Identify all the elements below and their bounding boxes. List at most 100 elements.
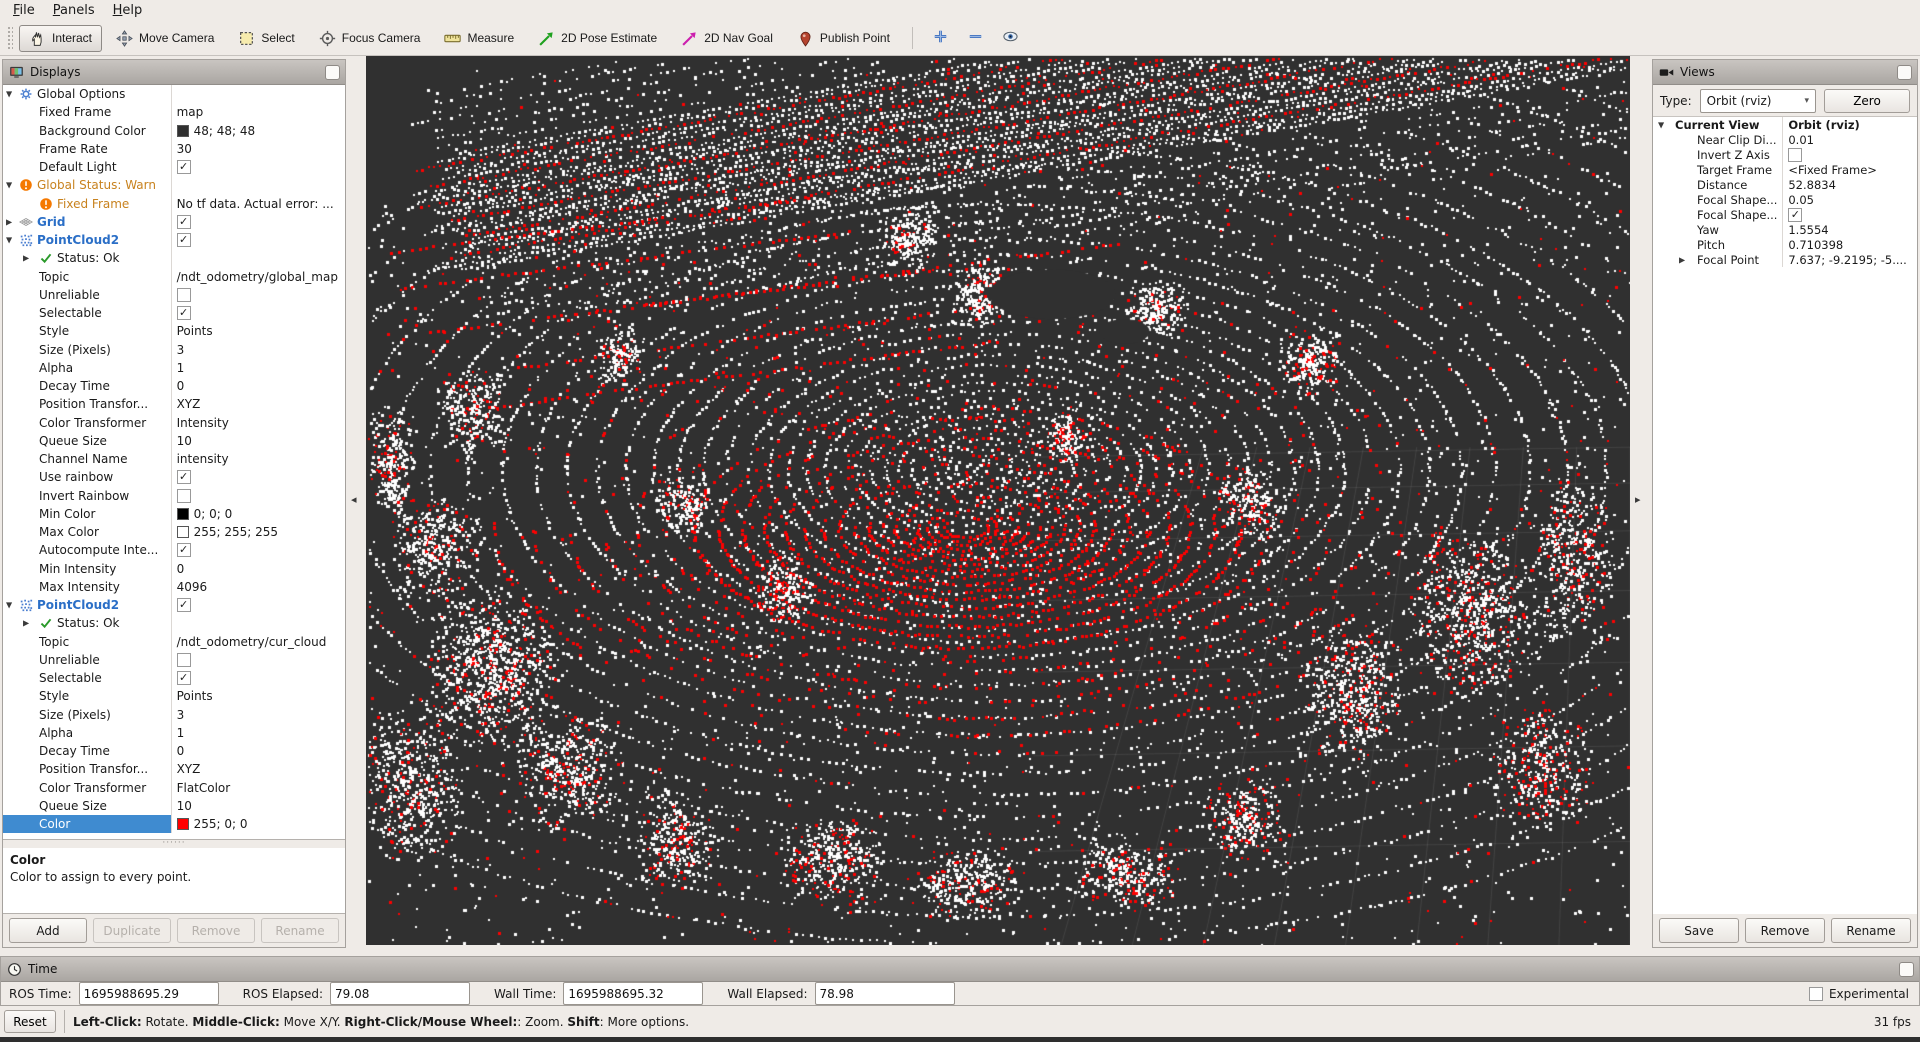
property-row-use-rainbow[interactable]: Use rainbow✓ <box>3 468 345 486</box>
property-row-min-intensity[interactable]: Min Intensity0 <box>3 560 345 578</box>
property-row-alpha[interactable]: Alpha1 <box>3 724 345 742</box>
property-row-size-pixels[interactable]: Size (Pixels)3 <box>3 706 345 724</box>
property-row-near-clip-di[interactable]: Near Clip Di...0.01 <box>1653 132 1917 147</box>
property-row-min-color[interactable]: Min Color0; 0; 0 <box>3 505 345 523</box>
zero-button[interactable]: Zero <box>1824 89 1910 113</box>
property-row-yaw[interactable]: Yaw1.5554 <box>1653 222 1917 237</box>
property-row-max-intensity[interactable]: Max Intensity4096 <box>3 578 345 596</box>
expand-arrow-icon[interactable]: ▶ <box>23 619 29 628</box>
menu-panels[interactable]: Panels <box>44 1 104 20</box>
property-row-target-frame[interactable]: Target Frame<Fixed Frame> <box>1653 162 1917 177</box>
experimental-checkbox[interactable] <box>1809 987 1823 1001</box>
property-row-topic[interactable]: Topic/ndt_odometry/cur_cloud <box>3 633 345 651</box>
property-row-style[interactable]: StylePoints <box>3 322 345 340</box>
toolbar-grip[interactable] <box>7 26 13 50</box>
checkbox[interactable]: ✓ <box>177 671 191 685</box>
property-row-pointcloud2[interactable]: ▼PointCloud2✓ <box>3 596 345 614</box>
checkbox[interactable]: ✓ <box>177 306 191 320</box>
panel-corner-button[interactable] <box>1899 962 1914 977</box>
checkbox[interactable] <box>177 288 191 302</box>
nav-goal-button[interactable]: 2D Nav Goal <box>671 25 783 52</box>
property-row-decay-time[interactable]: Decay Time0 <box>3 742 345 760</box>
property-row-selectable[interactable]: Selectable✓ <box>3 669 345 687</box>
wall-elapsed-input[interactable] <box>815 982 955 1005</box>
ros-elapsed-input[interactable] <box>330 982 470 1005</box>
checkbox[interactable]: ✓ <box>177 215 191 229</box>
move-camera-button[interactable]: Move Camera <box>106 25 224 52</box>
expand-arrow-icon[interactable]: ▶ <box>6 217 12 226</box>
views-remove-button[interactable]: Remove <box>1745 918 1825 943</box>
menu-file[interactable]: File <box>4 1 44 20</box>
checkbox[interactable] <box>177 489 191 503</box>
property-row-color-transformer[interactable]: Color TransformerFlatColor <box>3 779 345 797</box>
property-row-status-ok[interactable]: ▶Status: Ok <box>3 614 345 632</box>
checkbox[interactable] <box>1788 148 1802 162</box>
property-row-global-status-warn[interactable]: ▼Global Status: Warn <box>3 176 345 194</box>
collapse-left-arrow[interactable]: ◂ <box>351 494 357 505</box>
checkbox[interactable]: ✓ <box>177 598 191 612</box>
pose-estimate-button[interactable]: 2D Pose Estimate <box>528 25 667 52</box>
checkbox[interactable] <box>177 653 191 667</box>
views-save-button[interactable]: Save <box>1659 918 1739 943</box>
property-row-decay-time[interactable]: Decay Time0 <box>3 377 345 395</box>
property-row-alpha[interactable]: Alpha1 <box>3 359 345 377</box>
visibility-button[interactable] <box>999 25 1022 51</box>
property-row-autocompute-inte[interactable]: Autocompute Inte...✓ <box>3 541 345 559</box>
property-row-status-ok[interactable]: ▶Status: Ok <box>3 249 345 267</box>
expand-arrow-icon[interactable]: ▶ <box>23 254 29 263</box>
ros-time-input[interactable] <box>79 982 219 1005</box>
wall-time-input[interactable] <box>563 982 703 1005</box>
checkbox[interactable]: ✓ <box>177 233 191 247</box>
viewport-canvas[interactable] <box>366 56 1630 945</box>
zoom-out-button[interactable] <box>964 25 987 51</box>
checkbox[interactable]: ✓ <box>177 160 191 174</box>
collapse-arrow-icon[interactable]: ▼ <box>6 601 12 610</box>
property-row-invert-rainbow[interactable]: Invert Rainbow <box>3 487 345 505</box>
property-row-invert-z-axis[interactable]: Invert Z Axis <box>1653 147 1917 162</box>
property-row-focal-shape[interactable]: Focal Shape...0.05 <box>1653 192 1917 207</box>
property-row-fixed-frame[interactable]: Fixed Framemap <box>3 103 345 121</box>
property-row-frame-rate[interactable]: Frame Rate30 <box>3 140 345 158</box>
expand-arrow-icon[interactable]: ▶ <box>1679 255 1685 264</box>
views-rename-button[interactable]: Rename <box>1831 918 1911 943</box>
collapse-arrow-icon[interactable]: ▼ <box>6 90 12 99</box>
collapse-right-arrow[interactable]: ▸ <box>1635 494 1641 505</box>
property-row-channel-name[interactable]: Channel Nameintensity <box>3 450 345 468</box>
panel-corner-button[interactable] <box>325 65 340 80</box>
property-row-unreliable[interactable]: Unreliable <box>3 286 345 304</box>
property-row-pointcloud2[interactable]: ▼PointCloud2✓ <box>3 231 345 249</box>
property-row-position-transfor[interactable]: Position Transfor...XYZ <box>3 760 345 778</box>
color-swatch[interactable] <box>177 818 189 830</box>
property-row-default-light[interactable]: Default Light✓ <box>3 158 345 176</box>
menu-help[interactable]: Help <box>104 1 152 20</box>
focus-camera-button[interactable]: Focus Camera <box>309 25 431 52</box>
property-row-background-color[interactable]: Background Color48; 48; 48 <box>3 122 345 140</box>
color-swatch[interactable] <box>177 508 189 520</box>
view-type-select[interactable]: Orbit (rviz) ▾ <box>1700 89 1816 113</box>
property-row-global-options[interactable]: ▼Global Options <box>3 85 345 103</box>
color-swatch[interactable] <box>177 125 189 137</box>
property-row-queue-size[interactable]: Queue Size10 <box>3 797 345 815</box>
checkbox[interactable]: ✓ <box>177 543 191 557</box>
property-row-focal-point[interactable]: ▶Focal Point7.637; -9.2195; -5.... <box>1653 252 1917 267</box>
property-row-style[interactable]: StylePoints <box>3 687 345 705</box>
property-row-color-transformer[interactable]: Color TransformerIntensity <box>3 414 345 432</box>
color-swatch[interactable] <box>177 526 189 538</box>
property-row-topic[interactable]: Topic/ndt_odometry/global_map <box>3 268 345 286</box>
checkbox[interactable]: ✓ <box>177 470 191 484</box>
property-row-focal-shape[interactable]: Focal Shape...✓ <box>1653 207 1917 222</box>
select-button[interactable]: Select <box>228 25 304 52</box>
displays-add-button[interactable]: Add <box>9 918 87 943</box>
property-row-selectable[interactable]: Selectable✓ <box>3 304 345 322</box>
property-row-unreliable[interactable]: Unreliable <box>3 651 345 669</box>
property-row-grid[interactable]: ▶Grid✓ <box>3 213 345 231</box>
interact-button[interactable]: Interact <box>19 25 102 52</box>
reset-button[interactable]: Reset <box>4 1010 56 1033</box>
collapse-arrow-icon[interactable]: ▼ <box>1658 120 1664 129</box>
property-row-queue-size[interactable]: Queue Size10 <box>3 432 345 450</box>
zoom-in-button[interactable] <box>929 25 952 51</box>
property-row-max-color[interactable]: Max Color255; 255; 255 <box>3 523 345 541</box>
property-row-size-pixels[interactable]: Size (Pixels)3 <box>3 341 345 359</box>
property-row-pitch[interactable]: Pitch0.710398 <box>1653 237 1917 252</box>
property-row-color[interactable]: Color255; 0; 0 <box>3 815 345 833</box>
